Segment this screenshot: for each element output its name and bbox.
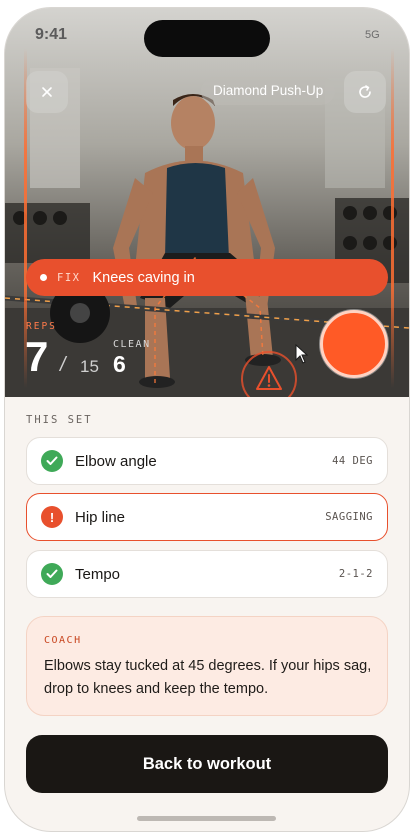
phone-screen: 9:41 5G Diamond Push-Up FIX Knees caving… xyxy=(5,8,409,831)
home-indicator[interactable] xyxy=(137,816,276,821)
fix-tag: FIX xyxy=(57,271,81,284)
cursor-icon xyxy=(295,344,309,364)
reps-total: 15 xyxy=(80,357,99,376)
check-value: 2-1-2 xyxy=(338,568,373,580)
reps-count: 7 xyxy=(25,333,49,380)
coach-card: COACH Elbows stay tucked at 45 degrees. … xyxy=(26,616,388,716)
check-row-elbow-angle[interactable]: Elbow angle 44 DEG xyxy=(26,437,388,485)
exercise-title: Diamond Push-Up xyxy=(201,77,336,105)
back-to-workout-button[interactable]: Back to workout xyxy=(26,735,388,793)
section-label: THIS SET xyxy=(26,414,93,426)
close-button[interactable] xyxy=(26,71,68,113)
frame-glow-right xyxy=(391,48,394,388)
fix-banner[interactable]: FIX Knees caving in xyxy=(26,259,388,296)
check-icon xyxy=(41,563,63,585)
check-row-hip-line[interactable]: ! Hip line SAGGING xyxy=(26,493,388,541)
check-label: Elbow angle xyxy=(75,452,157,470)
record-button[interactable] xyxy=(320,310,388,378)
coach-label: COACH xyxy=(44,635,82,646)
refresh-button[interactable] xyxy=(344,71,386,113)
check-label: Tempo xyxy=(75,565,121,583)
camera-view: 9:41 5G Diamond Push-Up FIX Knees caving… xyxy=(5,8,409,397)
alert-icon: ! xyxy=(41,506,63,528)
check-row-tempo[interactable]: Tempo 2-1-2 xyxy=(26,550,388,598)
reps-label: REPS xyxy=(26,321,57,332)
check-icon xyxy=(41,450,63,472)
clean-count: 6 xyxy=(113,351,126,377)
close-icon xyxy=(42,87,52,97)
coach-text: Elbows stay tucked at 45 degrees. If you… xyxy=(44,658,372,697)
warning-icon xyxy=(256,366,282,390)
status-signal: 5G xyxy=(365,29,380,41)
warning-marker xyxy=(241,351,297,397)
status-time: 9:41 xyxy=(35,26,68,43)
refresh-icon xyxy=(359,85,371,98)
check-value: SAGGING xyxy=(325,511,373,523)
check-value: 44 DEG xyxy=(332,455,373,467)
fix-dot xyxy=(40,274,47,281)
clean-label: CLEAN xyxy=(113,339,151,350)
dynamic-island xyxy=(144,20,270,57)
check-label: Hip line xyxy=(75,508,126,526)
fix-message: Knees caving in xyxy=(92,269,195,286)
reps-slash: / xyxy=(60,354,66,376)
